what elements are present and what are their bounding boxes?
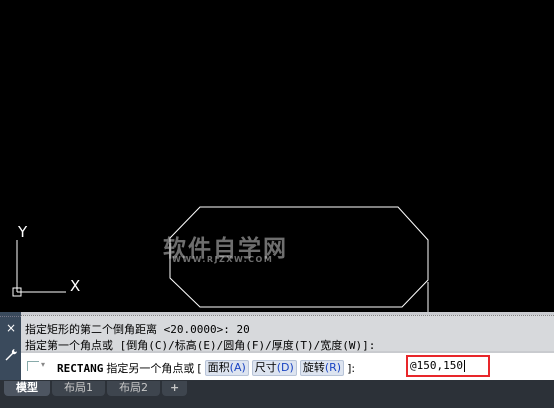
option-label: 旋转 [302,361,325,374]
text-caret [463,360,465,372]
option-dimensions[interactable]: 尺寸(D) [251,360,297,376]
option-key: (A) [229,361,246,374]
command-name: RECTANG [57,361,104,375]
command-input-row[interactable]: ▾ RECTANG 指定另一个角点或 [ 面积(A) 尺寸(D) 旋转(R) ]… [21,353,554,380]
command-prompt: RECTANG 指定另一个角点或 [ 面积(A) 尺寸(D) 旋转(R) ]: [57,360,355,376]
drawing-canvas[interactable]: Y X 软件自学网 WWW.RJZXW.COM [0,0,554,312]
command-line-panel: × 指定矩形的第二个倒角距离 <20.0000>: 20 指定第一个角点或 [倒… [0,312,554,380]
tab-layout2[interactable]: 布局2 [107,381,160,396]
option-key: (D) [276,361,294,374]
option-area[interactable]: 面积(A) [204,360,249,376]
ucs-y-label: Y [17,223,28,241]
history-line: 指定第一个角点或 [倒角(C)/标高(E)/圆角(F)/厚度(T)/宽度(W)]… [25,339,376,352]
panel-grip[interactable] [0,312,21,317]
option-rotation[interactable]: 旋转(R) [299,360,345,376]
command-panel-sidebar: × [0,312,21,380]
command-input-value: @150,150 [410,359,463,372]
tab-layout1[interactable]: 布局1 [52,381,105,396]
layout-tab-bar: 模型 布局1 布局2 + [0,380,554,408]
command-input[interactable]: @150,150 [406,355,490,377]
ucs-x-label: X [70,277,80,295]
watermark-url: WWW.RJZXW.COM [172,255,274,264]
option-label: 面积 [207,361,230,374]
close-icon[interactable]: × [5,322,17,334]
option-label: 尺寸 [254,361,277,374]
open-bracket: [ [197,361,202,375]
add-layout-button[interactable]: + [162,381,188,396]
drawing-svg: Y X [12,206,429,312]
wrench-icon[interactable] [4,348,18,362]
command-prompt-icon[interactable] [27,361,39,371]
history-line: 指定矩形的第二个倒角距离 <20.0000>: 20 [25,323,250,336]
command-history: 指定矩形的第二个倒角距离 <20.0000>: 20 指定第一个角点或 [倒角(… [21,315,554,352]
option-key: (R) [324,361,342,374]
layout-tabs: 模型 布局1 布局2 + [4,380,189,396]
prompt-text: 指定另一个角点或 [106,362,195,375]
close-bracket: ]: [347,361,356,375]
tab-model[interactable]: 模型 [4,381,50,396]
chevron-down-icon[interactable]: ▾ [41,360,45,369]
